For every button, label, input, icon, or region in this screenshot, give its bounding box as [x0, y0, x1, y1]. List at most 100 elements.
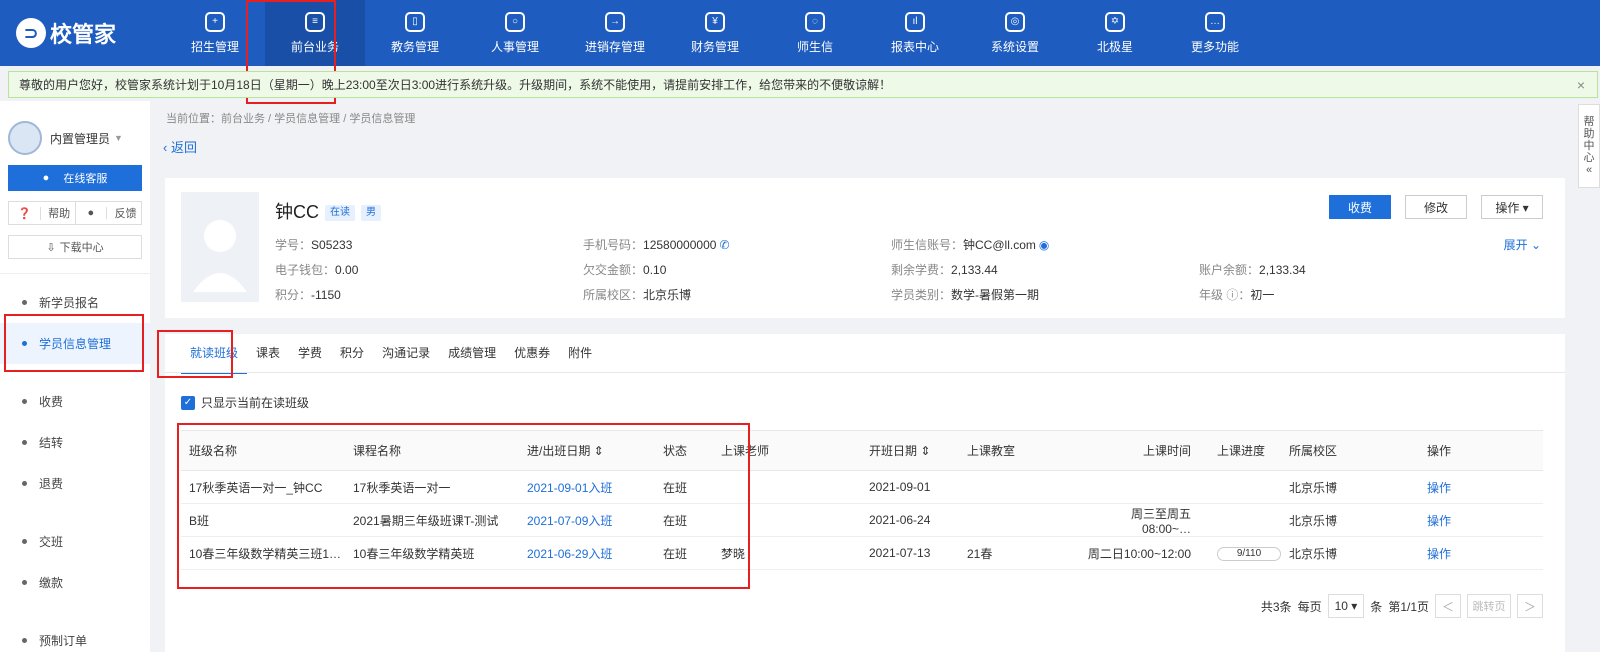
enrollment-panel: 就读班级 课表 学费 积分 沟通记录 成绩管理 优惠券 附件 ✓ 只显示当前在读班… [165, 334, 1565, 652]
edit-button[interactable]: 修改 [1405, 195, 1467, 219]
tab-schedule[interactable]: 课表 [247, 342, 289, 374]
help-center-sidetab[interactable]: 帮 助 中 心 « [1578, 104, 1600, 188]
link-icon[interactable]: ◉ [1039, 238, 1049, 252]
enrolled-classes-table: 班级名称 课程名称 进/出班日期 ⇕ 状态 上课老师 开班日期 ⇕ 上课教室 上… [181, 430, 1543, 570]
feedback-icon: ● [76, 207, 108, 219]
prev-page-button[interactable]: ＜ [1435, 594, 1461, 618]
cell-teacher [713, 470, 861, 504]
per-page-unit: 条 [1370, 599, 1383, 614]
nav-item-polaris[interactable]: ✡ 北极星 [1065, 0, 1165, 66]
col-class-time: 上课时间 [1079, 430, 1209, 471]
help-char: 心 [1583, 152, 1595, 164]
sidebar-item-refund[interactable]: 退费 [0, 463, 150, 504]
cell-class-time: 周二日10:00~12:00 [1079, 536, 1209, 570]
checkbox-checked-icon: ✓ [181, 395, 195, 410]
nav-item-hr[interactable]: ○ 人事管理 [465, 0, 565, 66]
nav-item-academic[interactable]: ▯ 教务管理 [365, 0, 465, 66]
logo-icon: ⊃ [16, 18, 46, 48]
feedback-button[interactable]: ● 反馈 [76, 202, 142, 224]
nav-item-recruit[interactable]: + 招生管理 [165, 0, 265, 66]
total-count: 共3条 [1260, 599, 1292, 614]
next-page-button[interactable]: ＞ [1517, 594, 1543, 618]
sidebar-item-preorder[interactable]: 预制订单 [0, 620, 150, 652]
cell-class-name: 10春三年级数学精英三班1… [181, 536, 345, 570]
col-actions: 操作 [1419, 430, 1543, 471]
close-icon[interactable]: × [1577, 77, 1585, 93]
logo-text: 校管家 [50, 22, 117, 47]
cell-progress [1209, 470, 1281, 504]
table-header-row: 班级名称 课程名称 进/出班日期 ⇕ 状态 上课老师 开班日期 ⇕ 上课教室 上… [181, 430, 1543, 471]
nav-label: 报表中心 [890, 39, 939, 54]
help-feedback-row: ❓ 帮助 ● 反馈 [8, 201, 142, 225]
logo[interactable]: ⊃ 校管家 [0, 0, 165, 66]
tab-attachments[interactable]: 附件 [559, 342, 601, 374]
download-center-button[interactable]: ⇩ 下载中心 [8, 235, 142, 259]
cell-join-date-link[interactable]: 2021-09-01入班 [519, 470, 655, 504]
field-arrears: 欠交金额：0.10 [583, 263, 667, 277]
nav-label: 人事管理 [490, 39, 539, 54]
back-link[interactable]: ‹ 返回 [163, 137, 197, 156]
desk-icon: ≡ [305, 11, 325, 32]
help-char: 助 [1583, 128, 1595, 140]
tab-communication[interactable]: 沟通记录 [373, 342, 439, 374]
sidebar-item-charge[interactable]: 收费 [0, 381, 150, 422]
nav-item-finance[interactable]: ¥ 财务管理 [665, 0, 765, 66]
cell-course-name: 17秋季英语一对一 [345, 470, 519, 504]
caret-down-icon: ▼ [114, 133, 123, 143]
nav-item-inventory[interactable]: → 进销存管理 [565, 0, 665, 66]
cell-progress: 9/110 [1209, 536, 1281, 570]
operations-dropdown[interactable]: 操作 ▾ [1481, 195, 1543, 219]
col-start-date[interactable]: 开班日期 ⇕ [861, 430, 959, 471]
cell-teacher [713, 503, 861, 537]
sidebar-item-transfer[interactable]: 结转 [0, 422, 150, 463]
table-row: 17秋季英语一对一_钟CC 17秋季英语一对一 2021-09-01入班 在班 … [181, 470, 1543, 504]
tab-coupons[interactable]: 优惠券 [505, 342, 559, 374]
cell-join-date-link[interactable]: 2021-06-29入班 [519, 536, 655, 570]
student-photo [181, 192, 259, 302]
field-category: 学员类别：数学-暑假第一期 [891, 288, 1040, 302]
cell-class-name: B班 [181, 503, 345, 537]
current-classes-checkbox[interactable]: ✓ 只显示当前在读班级 [181, 394, 309, 411]
jump-page-input[interactable]: 跳转页 [1467, 594, 1511, 618]
tab-divider [165, 372, 1565, 373]
sidebar-item-handover[interactable]: 交班 [0, 521, 150, 562]
nav-label: 进销存管理 [584, 39, 645, 54]
row-action-link[interactable]: 操作 [1419, 470, 1543, 504]
field-points: 积分：-1150 [275, 288, 341, 302]
sidebar-item-new-student[interactable]: 新学员报名 [0, 282, 150, 323]
breadcrumb: 当前位置：前台业务 / 学员信息管理 / 学员信息管理 [166, 113, 416, 125]
tab-points[interactable]: 积分 [331, 342, 373, 374]
row-action-link[interactable]: 操作 [1419, 503, 1543, 537]
nav-item-chat[interactable]: ◌ 师生信 [765, 0, 865, 66]
sidebar-item-student-info[interactable]: 学员信息管理 [0, 323, 150, 364]
student-name: 钟CC [275, 202, 319, 222]
sidebar-item-payment[interactable]: 缴款 [0, 562, 150, 603]
online-service-button[interactable]: ● 在线客服 [8, 165, 142, 191]
more-icon: … [1205, 11, 1225, 32]
tab-enrolled-classes[interactable]: 就读班级 [181, 342, 248, 374]
row-action-link[interactable]: 操作 [1419, 536, 1543, 570]
user-menu[interactable]: 内置管理员 ▼ [0, 101, 150, 161]
col-campus: 所属校区 [1281, 430, 1419, 471]
field-student-id: 学号：S05233 [275, 238, 353, 252]
field-campus: 所属校区：北京乐博 [583, 288, 692, 302]
nav-item-front-desk[interactable]: ≡ 前台业务 [265, 0, 365, 66]
notice-text: 尊敬的用户您好，校管家系统计划于10月18日（星期一）晚上23:00至次日3:0… [19, 78, 892, 92]
expand-link[interactable]: 展开 ⌄ [1504, 236, 1541, 253]
page-size-select[interactable]: 10 ▾ [1327, 594, 1365, 618]
col-teacher: 上课老师 [713, 430, 861, 471]
tab-grades[interactable]: 成绩管理 [439, 342, 505, 374]
cell-classroom [959, 470, 1079, 504]
nav-item-settings[interactable]: ◎ 系统设置 [965, 0, 1065, 66]
nav-label: 财务管理 [690, 39, 739, 54]
charge-button[interactable]: 收费 [1329, 195, 1391, 219]
nav-label: 北极星 [1096, 39, 1133, 54]
back-label: 返回 [170, 140, 197, 155]
nav-item-reports[interactable]: ıl 报表中心 [865, 0, 965, 66]
col-join-date[interactable]: 进/出班日期 ⇕ [519, 430, 655, 471]
nav-item-more[interactable]: … 更多功能 [1165, 0, 1265, 66]
cell-join-date-link[interactable]: 2021-07-09入班 [519, 503, 655, 537]
tab-tuition[interactable]: 学费 [289, 342, 331, 374]
phone-icon[interactable]: ✆ [719, 238, 729, 252]
help-button[interactable]: ❓ 帮助 [9, 202, 76, 224]
